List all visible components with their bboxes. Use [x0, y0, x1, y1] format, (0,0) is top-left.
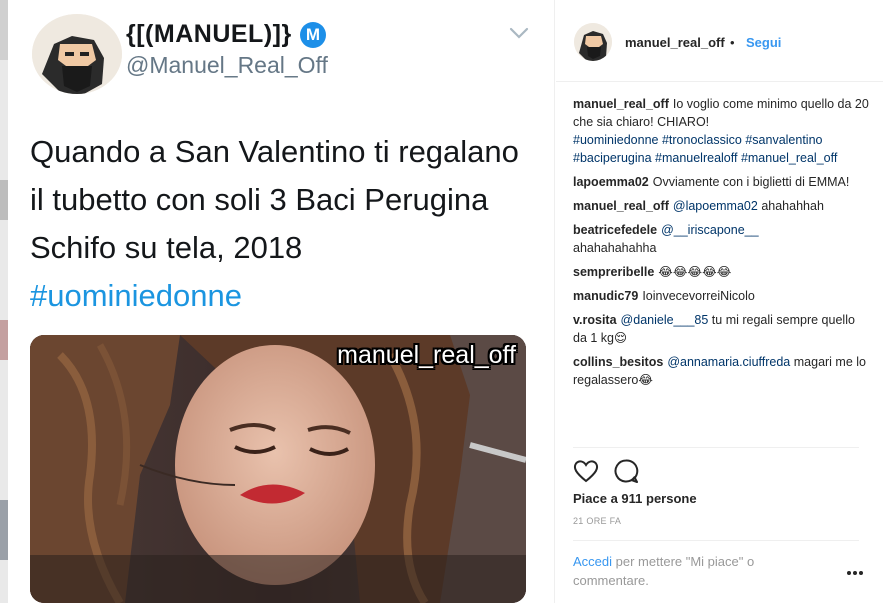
comment-username[interactable]: v.rosita [573, 313, 617, 327]
comment-text: ahahahhah [761, 199, 824, 213]
list-item: manuel_real_off @lapoemma02 ahahahhah [573, 197, 869, 215]
post-timestamp[interactable]: 21 ORE FA [573, 516, 621, 526]
comment-text: ahahahahahha [573, 241, 657, 255]
comment-text: Ovviamente con i biglietti di EMMA! [652, 175, 850, 189]
tweet-handle: @Manuel_Real_Off [126, 52, 328, 78]
list-item: lapoemma02 Ovviamente con i biglietti di … [573, 173, 869, 191]
comment-icon[interactable] [612, 457, 640, 485]
login-prompt: Accedi per mettere "Mi piace" o commenta… [573, 552, 813, 590]
tweet-display-name: {[(MANUEL)]} [126, 20, 292, 48]
tweet-text-line: il tubetto con soli 3 Baci Perugina [30, 182, 489, 217]
login-link[interactable]: Accedi [573, 554, 612, 569]
likes-count[interactable]: Piace a 911 persone [573, 491, 697, 506]
list-item: beatricefedele @__iriscapone__ ahahahahah… [573, 221, 869, 257]
heart-icon[interactable] [572, 457, 600, 485]
divider [573, 540, 859, 541]
comment-username[interactable]: manudic79 [573, 289, 638, 303]
background-page-strip [0, 0, 8, 603]
more-options-icon[interactable] [846, 570, 864, 576]
divider [573, 447, 859, 448]
list-item: v.rosita @daniele___85 tu mi regali sempr… [573, 311, 869, 347]
list-item: collins_besitos @annamaria.ciuffreda maga… [573, 353, 869, 389]
verified-badge-icon: M [300, 22, 326, 48]
tweet-text-line: Schifo su tela, 2018 [30, 230, 303, 265]
comment-username[interactable]: manuel_real_off [573, 199, 669, 213]
comment-username[interactable]: beatricefedele [573, 223, 657, 237]
meme-photo: manuel_real_off [30, 335, 526, 603]
post-header: manuel_real_off • Segui [556, 0, 883, 82]
tweet-hashtag: #uominiedonne [30, 278, 243, 313]
list-item: manudic79 IoinvecevorreiNicolo [573, 287, 869, 305]
comment-mention[interactable]: @daniele___85 [621, 313, 709, 327]
comment-username[interactable]: sempreribelle [573, 265, 654, 279]
tweet-avatar [32, 14, 122, 94]
comment-text: IoinvecevorreiNicolo [642, 289, 755, 303]
chevron-down-icon [509, 27, 529, 39]
comment-username[interactable]: lapoemma02 [573, 175, 649, 189]
list-item: sempreribelle 😂😂😂😂😂 [573, 263, 869, 281]
comment-username[interactable]: manuel_real_off [573, 97, 669, 111]
comment-text: 😂😂😂😂😂 [658, 265, 732, 279]
tweet-text: Quando a San Valentino ti regalano il tu… [30, 128, 540, 320]
post-image[interactable]: {[(MANUEL)]} M @Manuel_Real_Off Quando a… [8, 0, 555, 603]
comment-mention[interactable]: @annamaria.ciuffreda [667, 355, 790, 369]
comment-mention[interactable]: @lapoemma02 [673, 199, 758, 213]
comment-caption: manuel_real_off Io voglio come minimo que… [573, 95, 869, 167]
header-separator: • [730, 35, 735, 50]
comment-mention[interactable]: @__iriscapone__ [661, 223, 758, 237]
follow-button[interactable]: Segui [746, 35, 781, 50]
tweet-text-line: Quando a San Valentino ti regalano [30, 134, 519, 169]
comment-username[interactable]: collins_besitos [573, 355, 663, 369]
header-username[interactable]: manuel_real_off [625, 35, 725, 50]
meme-watermark: manuel_real_off [337, 341, 516, 369]
comments-list: manuel_real_off Io voglio come minimo que… [573, 95, 869, 395]
caption-hashtags[interactable]: #uominiedonne #tronoclassico #sanvalenti… [573, 133, 837, 165]
avatar[interactable] [574, 23, 612, 61]
post-sidebar: manuel_real_off • Segui manuel_real_off I… [556, 0, 883, 603]
